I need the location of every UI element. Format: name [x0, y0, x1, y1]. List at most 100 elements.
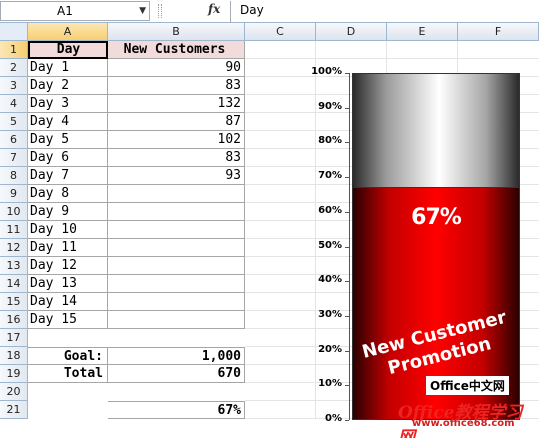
- table-row-day[interactable]: Day 14: [28, 293, 108, 311]
- formula-input[interactable]: Day: [240, 3, 264, 17]
- row-header-21[interactable]: 21: [0, 401, 28, 419]
- column-header-b[interactable]: B: [108, 23, 245, 41]
- table-row-day[interactable]: Day 13: [28, 275, 108, 293]
- table-row-value[interactable]: [108, 293, 245, 311]
- y-tick-mark: [345, 315, 349, 317]
- table-row-value[interactable]: [108, 221, 245, 239]
- table-row-value[interactable]: 93: [108, 167, 245, 185]
- table-row-day[interactable]: Day 12: [28, 257, 108, 275]
- y-tick-mark: [345, 177, 349, 179]
- y-tick-label: 30%: [318, 308, 342, 320]
- y-tick-label: 60%: [318, 204, 342, 216]
- row-header-10[interactable]: 10: [0, 203, 28, 221]
- y-tick-label: 10%: [318, 378, 342, 390]
- column-header-c[interactable]: C: [245, 23, 316, 41]
- table-row-day[interactable]: Day 7: [28, 167, 108, 185]
- table-row-day[interactable]: Day 5: [28, 131, 108, 149]
- row-header-13[interactable]: 13: [0, 257, 28, 275]
- table-row-value[interactable]: [108, 185, 245, 203]
- column-header-e[interactable]: E: [387, 23, 458, 41]
- row-header-19[interactable]: 19: [0, 365, 28, 383]
- y-tick-mark: [345, 281, 349, 283]
- name-box-value: A1: [57, 4, 73, 18]
- table-row-value[interactable]: 132: [108, 95, 245, 113]
- cell-a1-day-header[interactable]: Day: [28, 41, 108, 59]
- row-header-2[interactable]: 2: [0, 59, 28, 77]
- table-row-value[interactable]: [108, 203, 245, 221]
- bar-data-label: 67%: [411, 204, 462, 230]
- total-label[interactable]: Total: [28, 365, 108, 383]
- table-row-value[interactable]: 83: [108, 77, 245, 95]
- row-header-20[interactable]: 20: [0, 383, 28, 401]
- y-tick-mark: [345, 385, 349, 387]
- watermark: Office中文网 Office教程学习网 www.office68.com: [398, 372, 539, 438]
- table-row-day[interactable]: Day 4: [28, 113, 108, 131]
- y-tick-label: 90%: [318, 100, 342, 112]
- table-row-day[interactable]: Day 2: [28, 77, 108, 95]
- table-row-day[interactable]: Day 15: [28, 311, 108, 329]
- y-tick-label: 20%: [318, 343, 342, 355]
- goal-label[interactable]: Goal:: [28, 347, 108, 365]
- insert-function-icon[interactable]: fx: [208, 2, 220, 16]
- table-row-value[interactable]: [108, 257, 245, 275]
- y-axis: [349, 73, 350, 420]
- table-row-value[interactable]: 83: [108, 149, 245, 167]
- table-row-day[interactable]: Day 8: [28, 185, 108, 203]
- row-header-1[interactable]: 1: [0, 41, 28, 59]
- goal-value[interactable]: 1,000: [108, 347, 245, 365]
- formula-bar-splitter[interactable]: [158, 4, 162, 18]
- table-row-value[interactable]: [108, 311, 245, 329]
- chart-plot-area: 67% New Customer Promotion: [352, 73, 520, 420]
- y-tick-label: 50%: [318, 239, 342, 251]
- table-row-day[interactable]: Day 11: [28, 239, 108, 257]
- y-tick-mark: [345, 107, 349, 109]
- watermark-line3: www.office68.com: [412, 418, 515, 429]
- row-header-15[interactable]: 15: [0, 293, 28, 311]
- table-row-day[interactable]: Day 3: [28, 95, 108, 113]
- gridline: [245, 58, 539, 59]
- y-tick-mark: [345, 420, 349, 421]
- row-header-3[interactable]: 3: [0, 77, 28, 95]
- row-header-14[interactable]: 14: [0, 275, 28, 293]
- y-tick-label: 40%: [318, 274, 342, 286]
- row-header-11[interactable]: 11: [0, 221, 28, 239]
- row-header-12[interactable]: 12: [0, 239, 28, 257]
- name-box-dropdown-icon[interactable]: ▼: [139, 2, 146, 20]
- table-row-day[interactable]: Day 9: [28, 203, 108, 221]
- column-header-a[interactable]: A: [28, 23, 108, 41]
- y-tick-mark: [345, 142, 349, 144]
- formula-bar: A1 ▼ fx Day: [0, 0, 539, 23]
- row-header-6[interactable]: 6: [0, 131, 28, 149]
- table-row-value[interactable]: 90: [108, 59, 245, 77]
- total-value[interactable]: 670: [108, 365, 245, 383]
- percent-complete-cell[interactable]: 67%: [108, 401, 245, 419]
- table-row-value[interactable]: [108, 275, 245, 293]
- y-tick-mark: [345, 73, 349, 74]
- y-tick-mark: [345, 211, 349, 213]
- row-header-4[interactable]: 4: [0, 95, 28, 113]
- table-row-value[interactable]: 102: [108, 131, 245, 149]
- y-tick-label: 100%: [311, 66, 342, 77]
- cell-b1-customers-header[interactable]: New Customers: [108, 41, 245, 59]
- table-row-value[interactable]: 87: [108, 113, 245, 131]
- column-header-d[interactable]: D: [316, 23, 387, 41]
- row-header-18[interactable]: 18: [0, 347, 28, 365]
- row-header-17[interactable]: 17: [0, 329, 28, 347]
- row-header-16[interactable]: 16: [0, 311, 28, 329]
- y-tick-mark: [345, 246, 349, 248]
- name-box[interactable]: A1 ▼: [0, 1, 150, 21]
- y-tick-label: 0%: [325, 413, 342, 424]
- table-row-day[interactable]: Day 1: [28, 59, 108, 77]
- row-header-8[interactable]: 8: [0, 167, 28, 185]
- table-row-day[interactable]: Day 6: [28, 149, 108, 167]
- watermark-line1: Office中文网: [426, 376, 509, 395]
- row-header-9[interactable]: 9: [0, 185, 28, 203]
- row-header-7[interactable]: 7: [0, 149, 28, 167]
- select-all-corner[interactable]: [0, 23, 28, 41]
- table-row-value[interactable]: [108, 239, 245, 257]
- formula-bar-divider: [230, 1, 231, 22]
- row-header-5[interactable]: 5: [0, 113, 28, 131]
- table-row-day[interactable]: Day 10: [28, 221, 108, 239]
- y-tick-label: 80%: [318, 135, 342, 147]
- column-header-f[interactable]: F: [458, 23, 539, 41]
